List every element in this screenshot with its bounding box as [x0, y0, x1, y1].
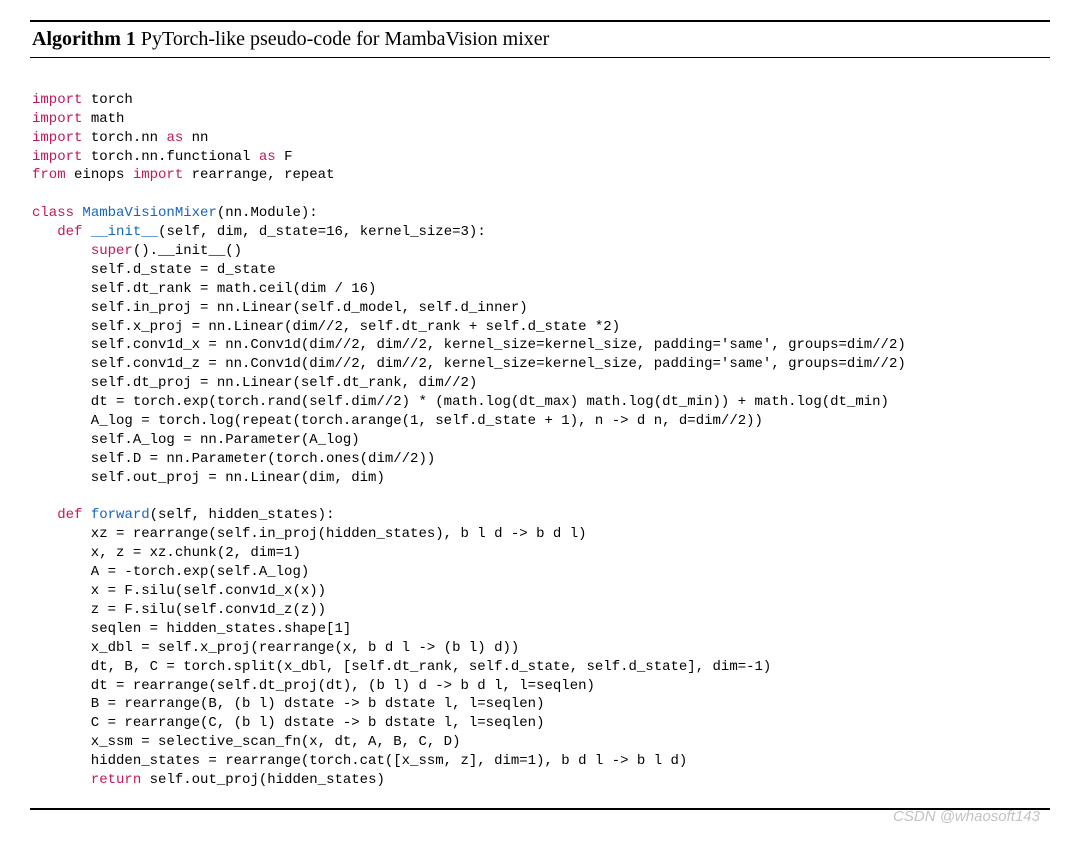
code-block: import torch import math import torch.nn…: [30, 58, 1050, 808]
algorithm-title-bar: Algorithm 1 PyTorch-like pseudo-code for…: [30, 22, 1050, 58]
algorithm-caption: PyTorch-like pseudo-code for MambaVision…: [136, 28, 549, 50]
algorithm-container: Algorithm 1 PyTorch-like pseudo-code for…: [30, 20, 1050, 810]
watermark-label: CSDN @whaosoft143: [30, 808, 1050, 825]
algorithm-label: Algorithm 1: [32, 28, 136, 50]
